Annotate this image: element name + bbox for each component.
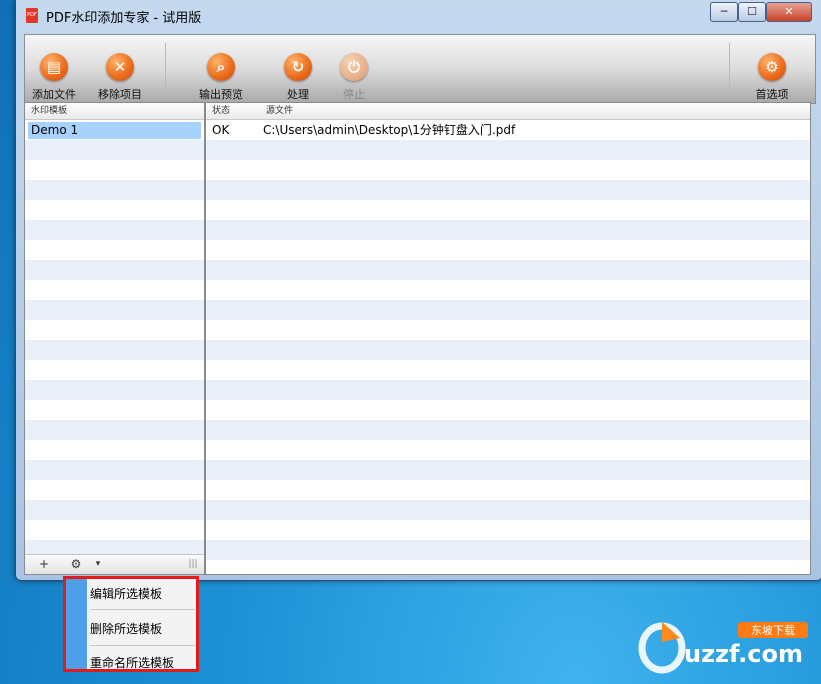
- settings-gear-icon[interactable]: ⚙: [65, 555, 87, 574]
- preview-icon: ⌕: [207, 53, 235, 81]
- row-status: OK: [212, 123, 230, 137]
- pdf-app-icon: PDF: [26, 8, 38, 23]
- app-window: PDF PDF水印添加专家 - 试用版 ─ ☐ ✕ ▤ 添加文件 ✕ 移除项目 …: [15, 0, 821, 581]
- preferences-button[interactable]: ⚙ 首选项: [741, 35, 803, 101]
- source-column-header[interactable]: 源文件: [266, 103, 293, 119]
- chevron-down-icon[interactable]: ▾: [91, 555, 105, 574]
- toolbar-separator: [165, 43, 166, 95]
- add-file-label: 添加文件: [32, 88, 76, 101]
- remove-item-button[interactable]: ✕ 移除项目: [89, 35, 151, 101]
- uzzf-watermark-logo: 东坡下载 uzzf.com: [638, 622, 808, 674]
- output-preview-label: 输出预览: [199, 88, 243, 101]
- menu-item-edit-template[interactable]: 编辑所选模板: [90, 582, 198, 606]
- preferences-icon: ⚙: [758, 53, 786, 81]
- stop-icon: ⏻: [340, 53, 368, 81]
- menu-item-delete-template[interactable]: 删除所选模板: [90, 617, 198, 641]
- output-preview-button[interactable]: ⌕ 输出预览: [190, 35, 252, 101]
- watermark-tag: 东坡下载: [751, 624, 795, 637]
- template-list[interactable]: Demo 1: [25, 120, 204, 554]
- menu-item-rename-template[interactable]: 重命名所选模板: [90, 651, 198, 675]
- watermark-brand: uzzf.com: [684, 640, 803, 668]
- toolbar: ▤ 添加文件 ✕ 移除项目 ⌕ 输出预览 ↻ 处理 ⏻ 停止 ⚙ 首选项: [24, 34, 816, 104]
- process-icon: ↻: [284, 53, 312, 81]
- maximize-button[interactable]: ☐: [738, 2, 766, 22]
- stop-label: 停止: [343, 88, 365, 101]
- toolbar-separator: [729, 43, 730, 95]
- template-context-menu: 编辑所选模板 删除所选模板 重命名所选模板: [63, 576, 199, 672]
- remove-item-label: 移除项目: [98, 88, 142, 101]
- file-list[interactable]: OK C:\Users\admin\Desktop\1分钟钉盘入门.pdf: [206, 120, 810, 574]
- template-list-panel: 水印模板 Demo 1 + ⚙ ▾ |||: [24, 102, 205, 575]
- status-column-header[interactable]: 状态: [212, 103, 230, 119]
- process-label: 处理: [287, 88, 309, 101]
- template-item-demo-1[interactable]: Demo 1: [28, 122, 201, 139]
- stop-button[interactable]: ⏻ 停止: [323, 35, 385, 101]
- row-source-path: C:\Users\admin\Desktop\1分钟钉盘入门.pdf: [263, 123, 516, 137]
- menu-divider: [90, 609, 195, 610]
- menu-divider: [90, 645, 195, 646]
- remove-icon: ✕: [106, 53, 134, 81]
- file-list-panel: 状态 源文件 OK C:\Users\admin\Desktop\1分钟钉盘入门…: [205, 102, 811, 575]
- add-file-button[interactable]: ▤ 添加文件: [23, 35, 85, 101]
- close-button[interactable]: ✕: [766, 2, 812, 22]
- resize-grip-icon[interactable]: |||: [185, 555, 201, 574]
- add-file-icon: ▤: [40, 53, 68, 81]
- add-template-button[interactable]: +: [33, 555, 55, 574]
- template-toolbar: + ⚙ ▾ |||: [25, 554, 204, 574]
- file-list-header: 状态 源文件: [206, 103, 810, 120]
- window-title: PDF水印添加专家 - 试用版: [46, 11, 202, 26]
- minimize-button[interactable]: ─: [710, 2, 738, 22]
- template-column-header[interactable]: 水印模板: [25, 103, 204, 120]
- preferences-label: 首选项: [755, 88, 789, 101]
- menu-icon-strip: [66, 579, 87, 669]
- table-row[interactable]: OK C:\Users\admin\Desktop\1分钟钉盘入门.pdf: [206, 120, 810, 140]
- title-bar[interactable]: PDF PDF水印添加专家 - 试用版 ─ ☐ ✕: [16, 0, 821, 30]
- process-button[interactable]: ↻ 处理: [267, 35, 329, 101]
